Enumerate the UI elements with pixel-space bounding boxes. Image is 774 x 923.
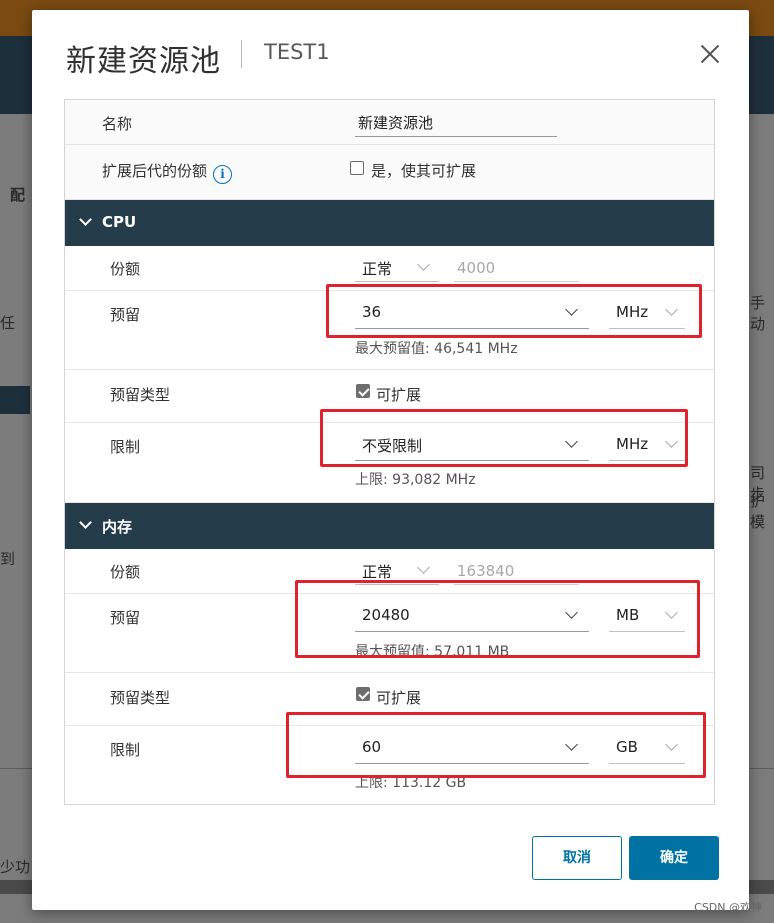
memory-shares-row: 份额 正常 bbox=[65, 549, 714, 594]
memory-limit-label: 限制 bbox=[110, 741, 141, 759]
chevron-down-icon bbox=[565, 738, 578, 751]
memory-reservation-type-label: 预留类型 bbox=[110, 689, 171, 707]
cpu-limit-label: 限制 bbox=[110, 438, 141, 456]
cpu-reservation-label: 预留 bbox=[110, 306, 141, 324]
memory-reservation-unit: MB bbox=[616, 606, 640, 624]
cpu-reservation-unit-select[interactable]: MHz bbox=[609, 299, 685, 329]
title-separator bbox=[241, 40, 242, 68]
chevron-down-icon bbox=[565, 606, 578, 619]
expand-shares-label: 扩展后代的份额 i bbox=[102, 160, 233, 184]
memory-shares-label: 份额 bbox=[110, 563, 141, 581]
cpu-reservation-type-label: 预留类型 bbox=[110, 386, 171, 404]
new-resource-pool-dialog: 新建资源池 TEST1 名称 扩展后代的份额 i 是，使其可扩展 CPU 份额 正… bbox=[32, 10, 749, 910]
cpu-shares-row: 份额 正常 bbox=[65, 246, 714, 291]
memory-reservation-label: 预留 bbox=[110, 609, 141, 627]
cpu-section-label: CPU bbox=[102, 213, 137, 231]
cpu-limit-select[interactable]: 不受限制 bbox=[355, 431, 589, 461]
expand-shares-row: 扩展后代的份额 i 是，使其可扩展 bbox=[65, 145, 714, 200]
dialog-title: 新建资源池 bbox=[66, 44, 221, 79]
cpu-shares-select[interactable]: 正常 bbox=[355, 254, 439, 282]
cpu-limit-hint: 上限: 93,082 MHz bbox=[355, 472, 476, 488]
background-text: 少功 bbox=[0, 858, 31, 876]
cpu-reservation-row: 预留 36 MHz 最大预留值: 46,541 MHz bbox=[65, 291, 714, 370]
cpu-limit-unit: MHz bbox=[616, 435, 649, 453]
background-text: 护模 bbox=[750, 492, 766, 531]
chevron-down-icon bbox=[79, 213, 92, 226]
chevron-down-icon bbox=[665, 435, 678, 448]
cpu-reservation-type-row: 预留类型 可扩展 bbox=[65, 370, 714, 423]
memory-shares-select[interactable]: 正常 bbox=[355, 557, 439, 585]
background-text: 手动 bbox=[750, 294, 766, 333]
cpu-expandable-checkbox[interactable] bbox=[356, 384, 370, 398]
name-row: 名称 bbox=[65, 100, 714, 145]
memory-shares-select-value: 正常 bbox=[362, 563, 393, 581]
dialog-subtitle: TEST1 bbox=[264, 40, 330, 64]
chevron-down-icon bbox=[79, 516, 92, 529]
cpu-reservation-select[interactable]: 36 bbox=[355, 299, 589, 329]
memory-expandable-checkbox[interactable] bbox=[356, 687, 370, 701]
memory-limit-unit-select[interactable]: GB bbox=[609, 734, 685, 764]
close-icon[interactable] bbox=[696, 40, 724, 68]
memory-limit-row: 限制 60 GB 上限: 113.12 GB bbox=[65, 726, 714, 804]
memory-reservation-type-row: 预留类型 可扩展 bbox=[65, 673, 714, 726]
name-input[interactable] bbox=[355, 109, 557, 137]
cpu-limit-unit-select[interactable]: MHz bbox=[609, 431, 685, 461]
memory-reservation-hint: 最大预留值: 57,011 MB bbox=[355, 644, 510, 660]
chevron-down-icon bbox=[417, 258, 430, 271]
chevron-down-icon bbox=[417, 561, 430, 574]
background-text: 到 bbox=[0, 550, 16, 568]
chevron-down-icon bbox=[565, 435, 578, 448]
memory-limit-select[interactable]: 60 bbox=[355, 734, 589, 764]
memory-reservation-unit-select[interactable]: MB bbox=[609, 602, 685, 632]
cpu-shares-label: 份额 bbox=[110, 260, 141, 278]
cpu-reservation-value: 36 bbox=[362, 303, 382, 321]
cpu-reservation-unit: MHz bbox=[616, 303, 649, 321]
memory-reservation-select[interactable]: 20480 bbox=[355, 602, 589, 632]
chevron-down-icon bbox=[665, 303, 678, 316]
cpu-limit-value: 不受限制 bbox=[362, 437, 423, 455]
memory-limit-hint: 上限: 113.12 GB bbox=[355, 775, 467, 791]
resource-pool-form: 名称 扩展后代的份额 i 是，使其可扩展 CPU 份额 正常 预留 bbox=[64, 99, 715, 805]
watermark: CSDN @欢神 bbox=[694, 901, 762, 914]
cpu-reservation-hint: 最大预留值: 46,541 MHz bbox=[355, 341, 518, 357]
memory-expandable-label: 可扩展 bbox=[376, 689, 422, 707]
info-icon[interactable]: i bbox=[213, 165, 233, 184]
expand-shares-checkbox[interactable] bbox=[350, 161, 364, 175]
background-band bbox=[0, 386, 30, 414]
chevron-down-icon bbox=[665, 738, 678, 751]
cpu-expandable-label: 可扩展 bbox=[376, 386, 422, 404]
background-text: 任 bbox=[0, 314, 16, 332]
chevron-down-icon bbox=[665, 606, 678, 619]
cpu-shares-select-value: 正常 bbox=[362, 260, 393, 278]
memory-reservation-value: 20480 bbox=[362, 606, 410, 624]
chevron-down-icon bbox=[565, 303, 578, 316]
cancel-button[interactable]: 取消 bbox=[532, 836, 622, 880]
memory-section-header[interactable]: 内存 bbox=[65, 503, 714, 549]
cpu-shares-value bbox=[454, 254, 579, 282]
cpu-section-header[interactable]: CPU bbox=[65, 200, 714, 246]
memory-limit-unit: GB bbox=[616, 738, 638, 756]
memory-reservation-row: 预留 20480 MB 最大预留值: 57,011 MB bbox=[65, 594, 714, 673]
cpu-limit-row: 限制 不受限制 MHz 上限: 93,082 MHz bbox=[65, 423, 714, 503]
ok-button[interactable]: 确定 bbox=[629, 836, 719, 880]
background-text: 配 bbox=[10, 186, 26, 204]
memory-section-label: 内存 bbox=[102, 518, 133, 536]
expand-shares-checkbox-label: 是，使其可扩展 bbox=[371, 162, 477, 180]
name-label: 名称 bbox=[102, 115, 133, 133]
memory-limit-value: 60 bbox=[362, 738, 382, 756]
expand-shares-label-text: 扩展后代的份额 bbox=[102, 162, 208, 180]
memory-shares-value bbox=[454, 557, 579, 585]
